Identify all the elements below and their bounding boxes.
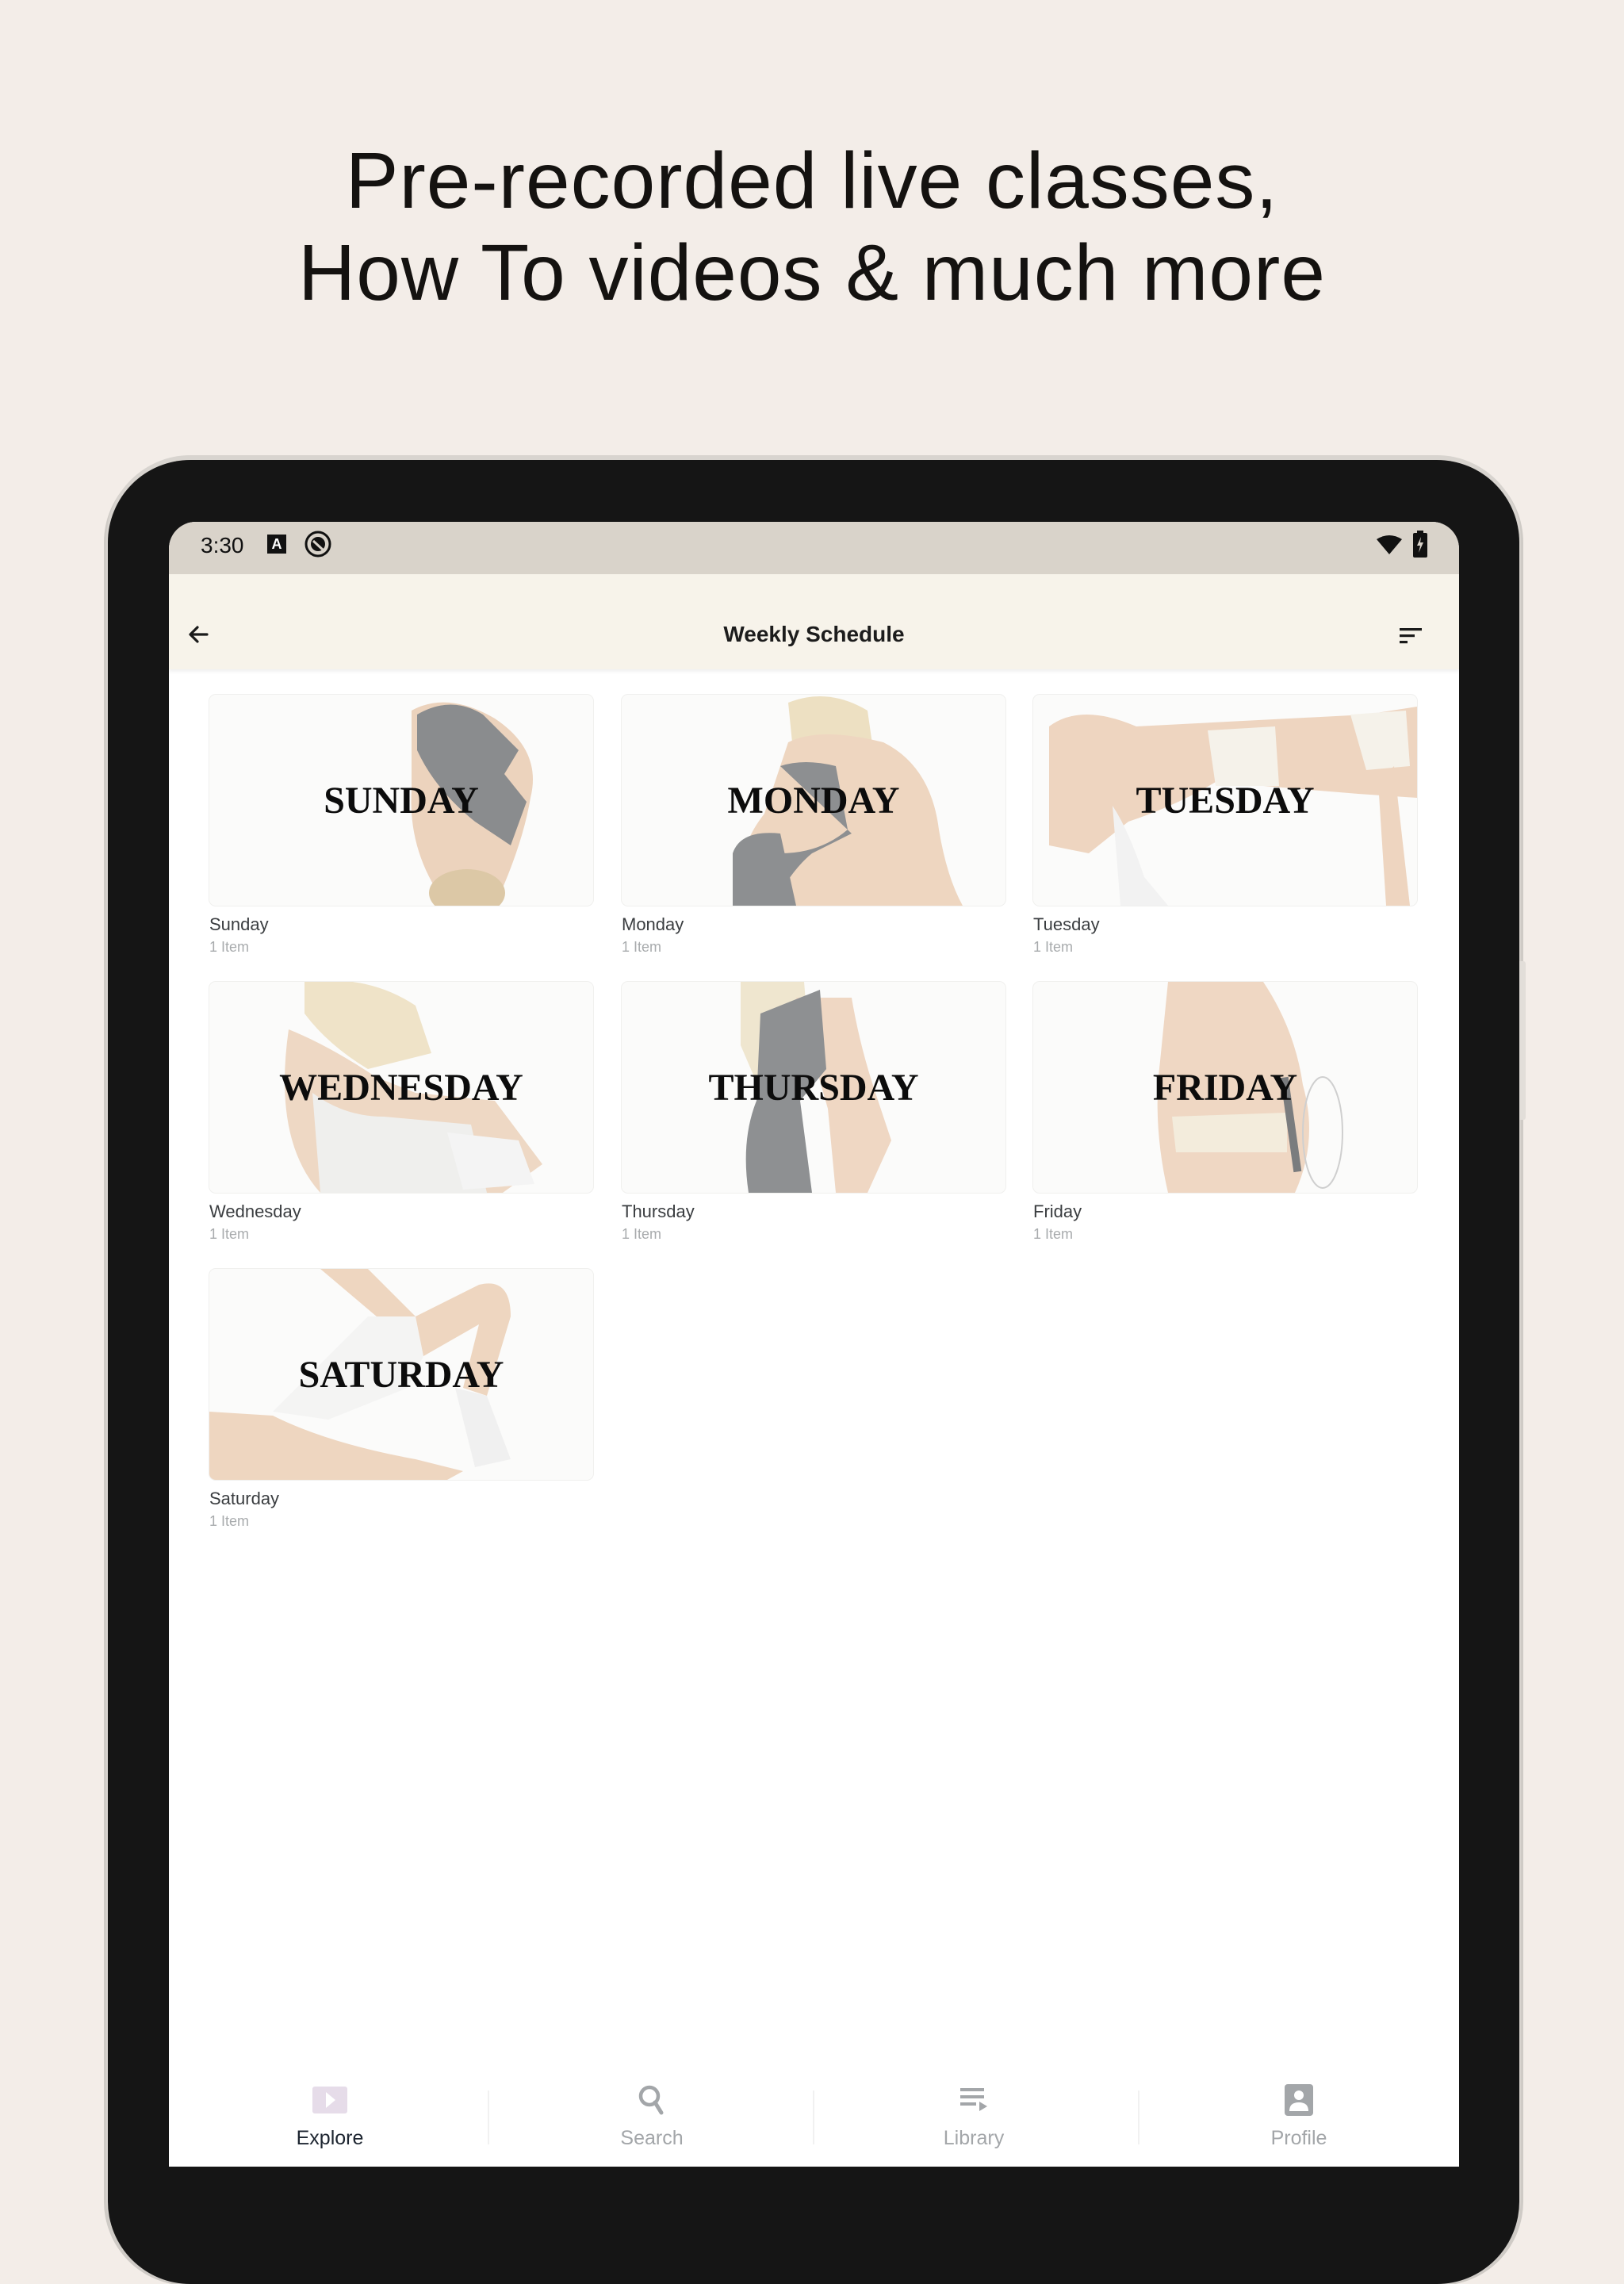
page-title: Weekly Schedule bbox=[723, 622, 905, 646]
thumbnail-day-label: SUNDAY bbox=[324, 780, 479, 822]
thumbnail-day-label: TUESDAY bbox=[1136, 780, 1315, 822]
sort-icon bbox=[1400, 628, 1422, 644]
tablet-screen: 3:30 A Weekly Schedule SUNDAY Sunday 1 I… bbox=[169, 522, 1459, 2167]
schedule-card-wednesday[interactable]: WEDNESDAY Wednesday 1 Item bbox=[209, 982, 593, 1244]
card-title: Friday bbox=[1033, 1201, 1082, 1221]
circle-slash-icon bbox=[304, 531, 331, 558]
card-title: Sunday bbox=[209, 914, 269, 934]
nav-tab-profile[interactable]: Profile bbox=[1138, 2070, 1459, 2167]
status-time: 3:30 bbox=[201, 533, 244, 558]
a-badge-icon: A bbox=[267, 535, 286, 554]
card-thumbnail: WEDNESDAY bbox=[209, 982, 593, 1193]
thumbnail-day-label: SATURDAY bbox=[298, 1354, 504, 1396]
sort-button[interactable] bbox=[1395, 620, 1427, 652]
schedule-card-saturday[interactable]: SATURDAY Saturday 1 Item bbox=[209, 1269, 593, 1531]
nav-label: Library bbox=[943, 2127, 1005, 2149]
thumbnail-day-label: MONDAY bbox=[727, 780, 900, 822]
card-thumbnail: SUNDAY bbox=[209, 695, 593, 906]
card-thumbnail: THURSDAY bbox=[622, 982, 1005, 1193]
schedule-card-thursday[interactable]: THURSDAY Thursday 1 Item bbox=[622, 982, 1005, 1244]
card-item-count: 1 Item bbox=[209, 1513, 250, 1529]
card-thumbnail: SATURDAY bbox=[209, 1269, 593, 1480]
thumbnail-day-label: FRIDAY bbox=[1152, 1067, 1298, 1109]
nav-label: Explore bbox=[296, 2127, 364, 2149]
nav-tab-library[interactable]: Library bbox=[813, 2070, 1135, 2167]
thumbnail-day-label: THURSDAY bbox=[708, 1067, 919, 1109]
card-thumbnail: MONDAY bbox=[622, 695, 1005, 906]
nav-tab-search[interactable]: Search bbox=[491, 2070, 813, 2167]
marketing-headline: Pre-recorded live classes, How To videos… bbox=[0, 135, 1624, 319]
app-bar: Weekly Schedule bbox=[169, 574, 1459, 669]
nav-tab-explore[interactable]: Explore bbox=[169, 2070, 491, 2167]
card-thumbnail: TUESDAY bbox=[1033, 695, 1417, 906]
card-title: Monday bbox=[622, 914, 684, 934]
bottom-navigation: Explore Search Library Profile bbox=[169, 2070, 1459, 2167]
headline-line-1: Pre-recorded live classes, bbox=[345, 136, 1279, 225]
headline-line-2: How To videos & much more bbox=[298, 228, 1326, 317]
card-item-count: 1 Item bbox=[622, 939, 662, 955]
card-title: Thursday bbox=[622, 1201, 695, 1221]
schedule-card-sunday[interactable]: SUNDAY Sunday 1 Item bbox=[209, 695, 593, 956]
wifi-icon bbox=[1377, 535, 1402, 554]
thumbnail-day-label: WEDNESDAY bbox=[279, 1067, 523, 1109]
card-thumbnail: FRIDAY bbox=[1033, 982, 1417, 1193]
card-item-count: 1 Item bbox=[209, 939, 250, 955]
nav-label: Profile bbox=[1270, 2127, 1327, 2149]
schedule-card-monday[interactable]: MONDAY Monday 1 Item bbox=[622, 695, 1005, 956]
card-title: Tuesday bbox=[1033, 914, 1100, 934]
card-item-count: 1 Item bbox=[1033, 939, 1074, 955]
device-side-button bbox=[1519, 961, 1526, 1120]
card-title: Wednesday bbox=[209, 1201, 301, 1221]
card-item-count: 1 Item bbox=[622, 1226, 662, 1242]
library-playlist-icon bbox=[960, 2088, 987, 2111]
card-item-count: 1 Item bbox=[209, 1226, 250, 1242]
card-item-count: 1 Item bbox=[1033, 1226, 1074, 1242]
card-title: Saturday bbox=[209, 1489, 280, 1508]
profile-icon bbox=[1285, 2084, 1313, 2116]
search-icon bbox=[638, 2085, 664, 2115]
status-bar: 3:30 A bbox=[169, 522, 1459, 574]
nav-label: Search bbox=[620, 2127, 684, 2149]
nav-divider bbox=[488, 2090, 489, 2144]
schedule-card-friday[interactable]: FRIDAY Friday 1 Item bbox=[1033, 982, 1417, 1244]
explore-play-icon bbox=[312, 2087, 347, 2113]
battery-charging-icon bbox=[1413, 531, 1427, 558]
schedule-card-tuesday[interactable]: TUESDAY Tuesday 1 Item bbox=[1033, 695, 1417, 956]
